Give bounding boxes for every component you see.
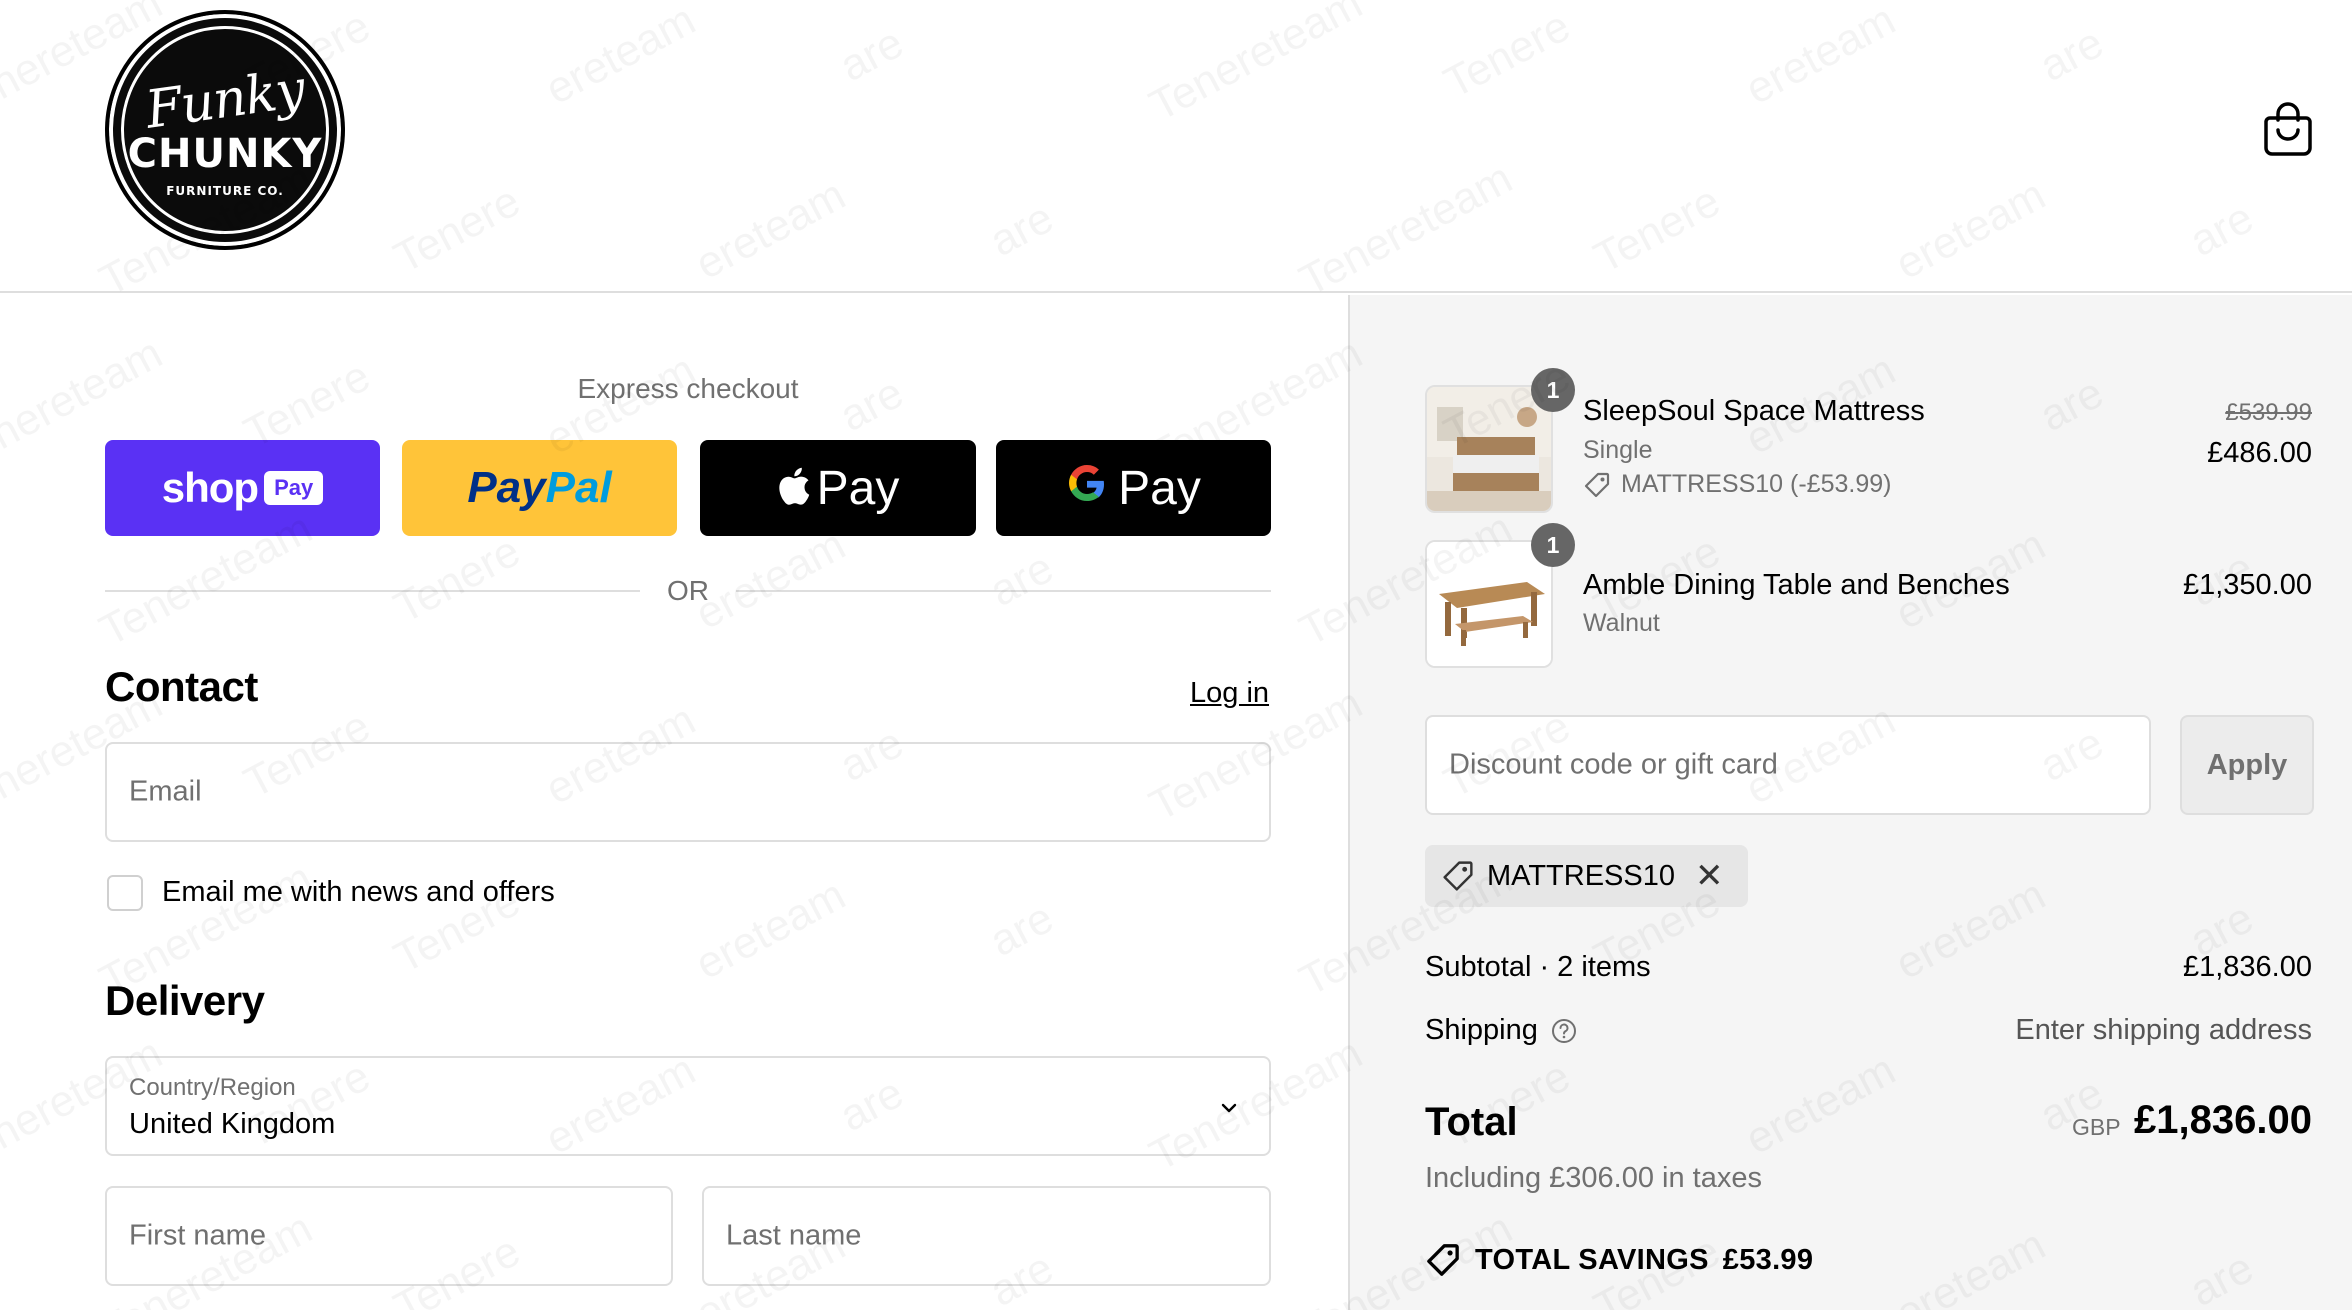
dining-table-thumbnail (1425, 540, 1553, 668)
total-label: Total (1425, 1100, 1518, 1144)
first-name-input[interactable] (107, 1188, 671, 1284)
logo-main-text: CHUNKY (127, 131, 323, 177)
item-2-price: £1,350.00 (2182, 569, 2312, 601)
checkout-form-column: Express checkout shop Pay Pay Pal Pay Pay… (0, 295, 1348, 1310)
shipping-label: Shipping (1425, 1014, 1538, 1046)
total-savings: TOTAL SAVINGS £53.99 (1425, 1242, 1813, 1278)
item-2-qty-badge: 1 (1531, 523, 1575, 567)
paypal-button[interactable]: Pay Pal (402, 440, 677, 536)
item-1-price: £486.00 (2207, 437, 2312, 469)
newsletter-label: Email me with news and offers (162, 876, 555, 908)
google-pay-button[interactable]: Pay (996, 440, 1271, 536)
or-divider-right (736, 590, 1271, 592)
or-divider-left (105, 590, 640, 592)
paypal-wordmark-a: Pay (467, 463, 546, 512)
tag-icon (1425, 1242, 1461, 1278)
tag-icon (1583, 471, 1611, 499)
shop-pay-wordmark: shop (161, 464, 259, 511)
contact-heading: Contact (105, 663, 258, 710)
google-g-icon (1066, 459, 1108, 517)
item-1-discount-text: MATTRESS10 (-£53.99) (1621, 470, 1892, 498)
shop-pay-badge: Pay (264, 471, 324, 505)
last-name-field[interactable]: Last name (702, 1186, 1271, 1286)
chevron-down-icon (1219, 1098, 1239, 1118)
remove-discount-close-icon[interactable]: ✕ (1695, 856, 1724, 896)
subtotal-value: £1,836.00 (2182, 951, 2312, 983)
item-1-name: SleepSoul Space Mattress (1583, 395, 1925, 427)
email-field[interactable]: Email (105, 742, 1271, 842)
item-1-discount: MATTRESS10 (-£53.99) (1583, 470, 1891, 499)
subtotal-label: Subtotal · 2 items (1425, 951, 1651, 983)
item-1-variant: Single (1583, 436, 1653, 464)
discount-code-field[interactable]: Discount code or gift card (1425, 715, 2151, 815)
item-2-variant: Walnut (1583, 609, 1660, 637)
shop-pay-button[interactable]: shop Pay (105, 440, 380, 536)
delivery-heading: Delivery (105, 977, 265, 1024)
apple-pay-button[interactable]: Pay (700, 440, 976, 536)
country-label: Country/Region (129, 1074, 296, 1101)
currency-code: GBP (2072, 1114, 2121, 1140)
shipping-label-row: Shipping (1425, 1014, 1578, 1047)
total-savings-label: TOTAL SAVINGS (1475, 1243, 1709, 1276)
shipping-value: Enter shipping address (2015, 1014, 2312, 1046)
item-1-qty-badge: 1 (1531, 368, 1575, 412)
total-value: £1,836.00 (2134, 1098, 2312, 1142)
first-name-field[interactable]: First name (105, 1186, 673, 1286)
country-select[interactable]: Country/Region United Kingdom (105, 1056, 1271, 1156)
tax-note: Including £306.00 in taxes (1425, 1162, 1762, 1194)
or-divider-text: OR (667, 575, 709, 606)
order-summary-column: SleepSoul Space Mattress Single MATTRESS… (1348, 295, 2352, 1310)
tag-icon (1441, 859, 1475, 893)
discount-placeholder: Discount code or gift card (1449, 748, 1778, 781)
shopping-bag-icon[interactable] (2262, 102, 2314, 158)
express-checkout-title: Express checkout (577, 373, 799, 404)
applied-discount-chip: MATTRESS10 ✕ (1425, 845, 1748, 907)
last-name-input[interactable] (704, 1188, 1269, 1284)
google-pay-label: Pay (1118, 461, 1201, 515)
logo-sub-text: FURNITURE CO. (166, 184, 284, 198)
apply-discount-button[interactable]: Apply (2180, 715, 2314, 815)
help-circle-icon[interactable] (1550, 1017, 1578, 1045)
email-input[interactable] (107, 744, 1269, 840)
applied-discount-code: MATTRESS10 (1487, 859, 1676, 892)
apple-icon (777, 466, 811, 511)
total-savings-value: £53.99 (1722, 1243, 1814, 1276)
mattress-thumbnail (1425, 385, 1553, 513)
site-header: Funky CHUNKY FURNITURE CO. (0, 0, 2352, 293)
country-value: United Kingdom (129, 1108, 336, 1140)
funky-chunky-logo[interactable]: Funky CHUNKY FURNITURE CO. (105, 10, 345, 250)
log-in-link[interactable]: Log in (1190, 677, 1269, 710)
apple-pay-label: Pay (816, 461, 900, 515)
paypal-wordmark-b: Pal (545, 463, 612, 512)
item-1-old-price: £539.99 (2225, 399, 2312, 426)
item-2-name: Amble Dining Table and Benches (1583, 569, 2010, 601)
newsletter-checkbox[interactable] (107, 875, 143, 911)
